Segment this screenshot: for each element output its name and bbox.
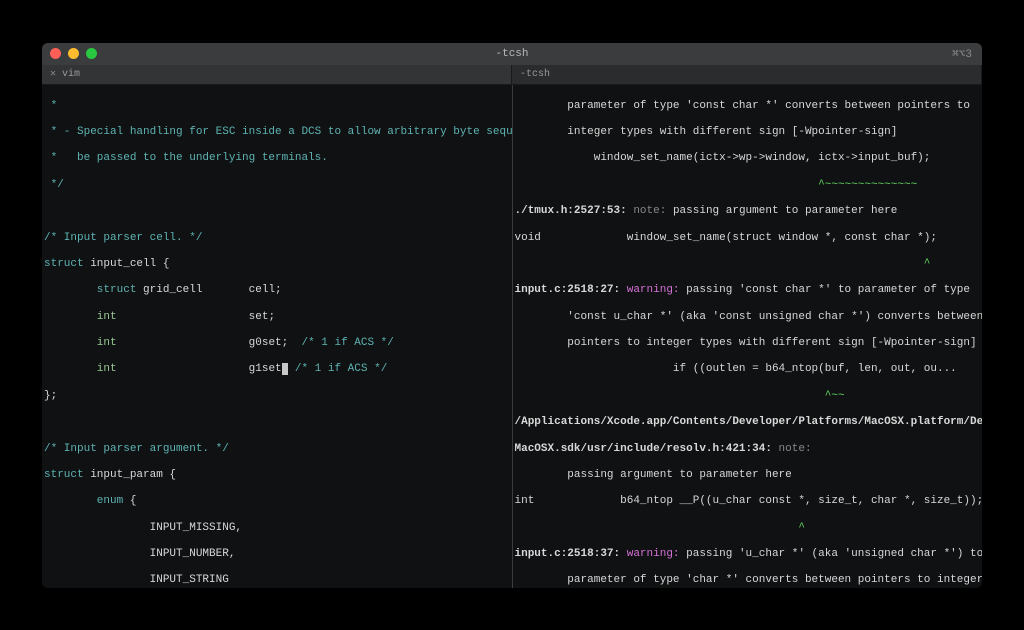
titlebar[interactable]: -tcsh ⌘⌥3	[42, 43, 982, 65]
output-line: input.c:2518:37: warning: passing 'u_cha…	[515, 548, 981, 561]
close-icon[interactable]: ✕	[50, 68, 56, 80]
window-shortcut: ⌘⌥3	[952, 47, 972, 61]
output-line: input.c:2518:27: warning: passing 'const…	[515, 284, 981, 297]
output-line: parameter of type 'const char *' convert…	[515, 100, 981, 113]
code-line: int set;	[44, 311, 510, 324]
code-line: *	[44, 100, 510, 113]
code-line: * - Special handling for ESC inside a DC…	[44, 126, 510, 139]
output-line: ./tmux.h:2527:53: note: passing argument…	[515, 205, 981, 218]
tab-vim[interactable]: ✕ vim	[42, 65, 512, 84]
code-line: INPUT_NUMBER,	[44, 548, 510, 561]
code-line: /* Input parser argument. */	[44, 443, 510, 456]
code-line	[44, 416, 510, 429]
tab-label: -tcsh	[520, 69, 550, 80]
output-line: ^	[515, 522, 981, 535]
code-line: int g1set /* 1 if ACS */	[44, 363, 510, 376]
window-title: -tcsh	[495, 48, 528, 60]
zoom-icon[interactable]	[86, 48, 97, 59]
tabbar: ✕ vim -tcsh	[42, 65, 982, 85]
close-icon[interactable]	[50, 48, 61, 59]
output-line: 'const u_char *' (aka 'const unsigned ch…	[515, 311, 981, 324]
tab-tcsh[interactable]: -tcsh	[512, 65, 982, 84]
code-line: /* Input parser cell. */	[44, 232, 510, 245]
tab-label: vim	[62, 69, 80, 80]
code-line	[44, 205, 510, 218]
code-line: * be passed to the underlying terminals.	[44, 152, 510, 165]
code-line: INPUT_STRING	[44, 574, 510, 587]
output-line: pointers to integer types with different…	[515, 337, 981, 350]
code-line: struct grid_cell cell;	[44, 284, 510, 297]
output-line: ^~~	[515, 390, 981, 403]
vim-pane[interactable]: * * - Special handling for ESC inside a …	[42, 85, 513, 588]
minimize-icon[interactable]	[68, 48, 79, 59]
code-line: enum {	[44, 495, 510, 508]
output-line: /Applications/Xcode.app/Contents/Develop…	[515, 416, 981, 429]
output-line: ^~~~~~~~~~~~~~~	[515, 179, 981, 192]
terminal-window: -tcsh ⌘⌥3 ✕ vim -tcsh * * - Special hand…	[42, 43, 982, 588]
code-line: int g0set; /* 1 if ACS */	[44, 337, 510, 350]
code-line: */	[44, 179, 510, 192]
output-line: parameter of type 'char *' converts betw…	[515, 574, 981, 587]
output-line: int b64_ntop __P((u_char const *, size_t…	[515, 495, 981, 508]
code-line: };	[44, 390, 510, 403]
shell-pane[interactable]: parameter of type 'const char *' convert…	[513, 85, 983, 588]
output-line: if ((outlen = b64_ntop(buf, len, out, ou…	[515, 363, 981, 376]
traffic-lights	[50, 48, 97, 59]
code-line: struct input_cell {	[44, 258, 510, 271]
output-line: integer types with different sign [-Wpoi…	[515, 126, 981, 139]
output-line: void window_set_name(struct window *, co…	[515, 232, 981, 245]
code-line: INPUT_MISSING,	[44, 522, 510, 535]
split-panes: * * - Special handling for ESC inside a …	[42, 85, 982, 588]
code-line: struct input_param {	[44, 469, 510, 482]
output-line: MacOSX.sdk/usr/include/resolv.h:421:34: …	[515, 443, 981, 456]
output-line: ^	[515, 258, 981, 271]
output-line: passing argument to parameter here	[515, 469, 981, 482]
output-line: window_set_name(ictx->wp->window, ictx->…	[515, 152, 981, 165]
